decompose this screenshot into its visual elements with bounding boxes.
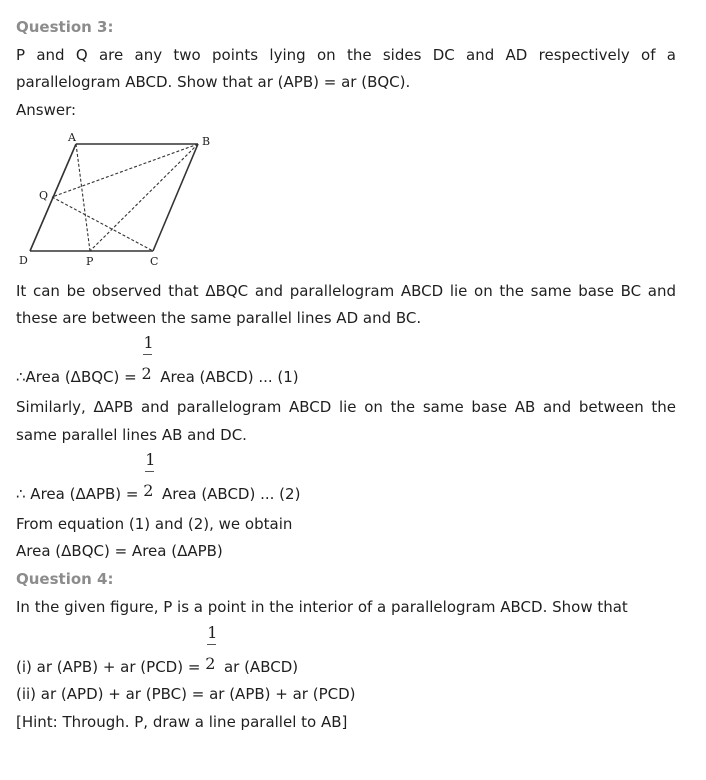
solution-line-3: Similarly, ΔAPB and parallelogram ABCD l… [16,398,676,416]
parallelogram-figure: A B Q D P C [14,131,214,275]
label-c: C [150,255,158,268]
segment-bq [51,143,199,198]
part-1-left: (i) ar (APB) + ar (PCD) = [16,658,206,676]
question-4-part-2: (ii) ar (APD) + ar (PBC) = ar (APB) + ar… [16,685,356,703]
segment-ap [75,143,91,252]
question-4-statement: In the given figure, P is a point in the… [16,598,628,616]
label-b: B [202,135,210,148]
question-4-hint: [Hint: Through. P, draw a line parallel … [16,713,348,731]
question-4-title: Question 4: [16,570,114,588]
solution-line-5: From equation (1) and (2), we obtain [16,515,293,533]
equation-1: ∴Area (ΔBQC) = 12 Area (ABCD) ... (1) [16,333,299,387]
question-4-part-1: (i) ar (APB) + ar (PCD) = 12 ar (ABCD) [16,623,299,677]
segment-bp [89,143,199,252]
fraction-denominator: 2 [141,364,152,383]
question-3-title: Question 3: [16,18,114,36]
fraction-numerator: 1 [207,623,218,642]
solution-line-1: It can be observed that ΔBQC and paralle… [16,282,676,300]
label-a: A [67,131,77,144]
fraction-numerator: 1 [143,333,154,352]
question-3-statement-line-1: P and Q are any two points lying on the … [16,46,676,64]
fraction-half: 12 [141,333,155,387]
fraction-half: 12 [205,623,219,677]
equation-1-left: ∴Area (ΔBQC) = [16,368,142,386]
equation-2-left: ∴ Area (ΔAPB) = [16,485,144,503]
fraction-numerator: 1 [145,450,156,469]
question-3-statement-line-2: parallelogram ABCD. Show that ar (APB) =… [16,73,411,91]
fraction-half: 12 [143,450,157,504]
label-d: D [19,254,28,267]
label-p: P [86,255,94,268]
fraction-bar [207,644,217,645]
answer-label: Answer: [16,101,77,119]
fraction-bar [143,354,153,355]
fraction-denominator: 2 [205,654,216,673]
fraction-bar [145,471,155,472]
equation-2-right: Area (ABCD) ... (2) [157,485,301,503]
equation-2: ∴ Area (ΔAPB) = 12 Area (ABCD) ... (2) [16,450,301,504]
solution-line-4: same parallel lines AB and DC. [16,426,247,444]
side-bc [152,143,199,252]
fraction-denominator: 2 [143,481,154,500]
solution-line-2: these are between the same parallel line… [16,309,422,327]
part-1-right: ar (ABCD) [219,658,299,676]
label-q: Q [39,189,48,202]
solution-line-6: Area (ΔBQC) = Area (ΔAPB) [16,542,223,560]
equation-1-right: Area (ABCD) ... (1) [155,368,299,386]
segment-qc [51,196,154,252]
